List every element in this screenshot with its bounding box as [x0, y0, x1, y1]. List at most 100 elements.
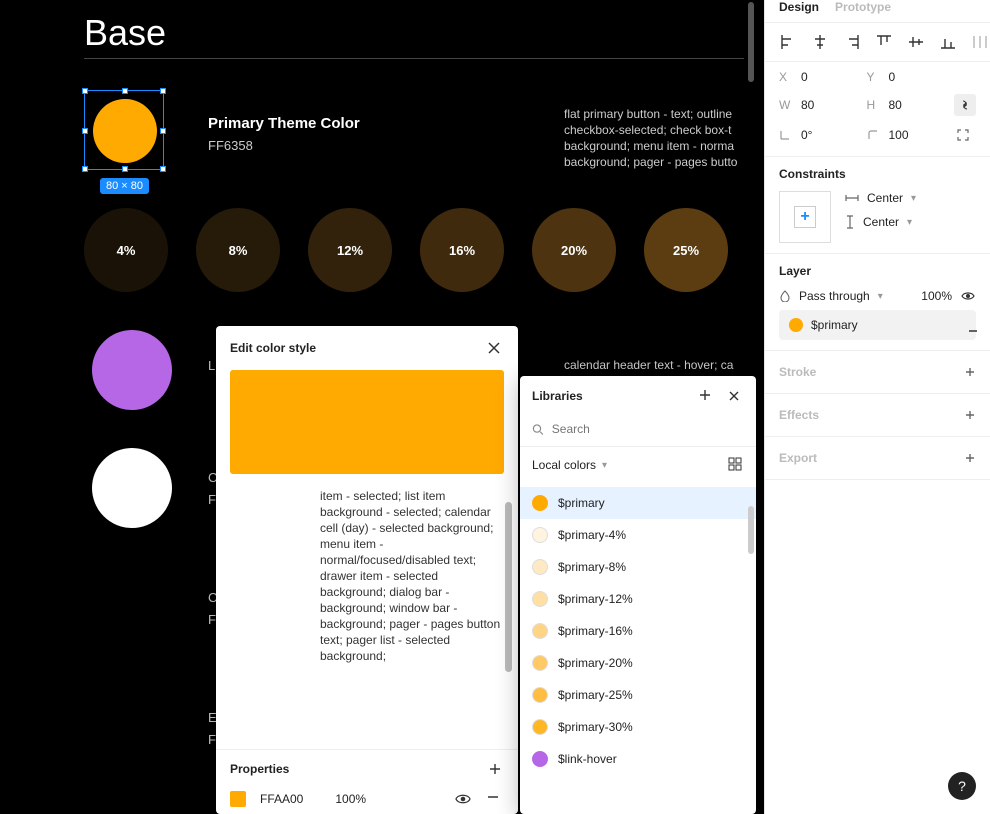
plus-icon [489, 763, 501, 775]
tint-swatch[interactable]: 16% [420, 208, 504, 292]
style-name: $primary-25% [558, 688, 633, 702]
horizontal-constraint-select[interactable]: Center▾ [845, 191, 916, 205]
tab-design[interactable]: Design [779, 0, 819, 14]
blend-mode-select[interactable]: Pass through▾ [779, 289, 883, 303]
fill-style-chip[interactable]: $primary [779, 310, 976, 340]
help-button[interactable]: ? [948, 772, 976, 800]
radius-icon [867, 129, 879, 141]
effects-section-header[interactable]: Effects [765, 394, 990, 437]
corner-radius-field[interactable]: 100 [867, 128, 949, 142]
resize-handle[interactable] [160, 166, 166, 172]
chevron-down-icon: ▾ [602, 460, 607, 471]
search-icon [532, 423, 544, 436]
color-preview-swatch[interactable] [230, 370, 504, 474]
color-style-list[interactable]: $primary$primary-4%$primary-8%$primary-1… [520, 483, 756, 814]
plus-icon[interactable] [964, 409, 976, 421]
tab-prototype[interactable]: Prototype [835, 0, 891, 14]
style-name: $primary-30% [558, 720, 633, 734]
libraries-popover[interactable]: Libraries Local colors ▾ $primar [520, 376, 756, 814]
angle-icon [779, 129, 791, 141]
detach-style-button[interactable] [964, 322, 982, 340]
constraints-section: Constraints + Center▾ Center▾ [765, 157, 990, 254]
distribute-button[interactable] [971, 33, 989, 51]
close-button[interactable] [724, 386, 744, 406]
align-hcenter-button[interactable] [811, 33, 829, 51]
white-circle[interactable] [92, 448, 172, 528]
edit-color-style-popover[interactable]: Edit color style item - selected; list i… [216, 326, 518, 814]
align-left-button[interactable] [779, 33, 797, 51]
eye-icon[interactable] [960, 288, 976, 304]
popover-title: Edit color style [230, 341, 316, 355]
properties-label: Properties [230, 762, 289, 776]
color-dot [532, 559, 548, 575]
color-style-item[interactable]: $primary-4% [520, 519, 756, 551]
stroke-section-header[interactable]: Stroke [765, 351, 990, 394]
tint-swatch[interactable]: 20% [532, 208, 616, 292]
resize-handle[interactable] [160, 88, 166, 94]
hex-value[interactable]: FFAA00 [260, 792, 303, 806]
color-style-item[interactable]: $primary-20% [520, 647, 756, 679]
link-icon [958, 98, 972, 112]
fill-style-name: $primary [811, 318, 858, 332]
color-style-item[interactable]: $primary-16% [520, 615, 756, 647]
search-input[interactable] [552, 422, 744, 436]
rotation-field[interactable]: 0° [779, 128, 861, 142]
resize-handle[interactable] [82, 88, 88, 94]
align-right-button[interactable] [843, 33, 861, 51]
align-bottom-button[interactable] [939, 33, 957, 51]
color-style-item[interactable]: $primary-8% [520, 551, 756, 583]
resize-handle[interactable] [122, 166, 128, 172]
popover-scrollbar[interactable] [505, 502, 512, 672]
color-dot [532, 719, 548, 735]
selected-layer-primary-circle[interactable] [84, 90, 164, 170]
libraries-search[interactable] [520, 416, 756, 447]
color-style-item[interactable]: $primary-30% [520, 711, 756, 743]
minus-icon [486, 790, 500, 804]
color-property-row[interactable]: FFAA00 100% [216, 784, 518, 814]
h-field[interactable]: H80 [867, 98, 949, 112]
link-hover-circle[interactable] [92, 330, 172, 410]
remove-property-button[interactable] [486, 790, 504, 808]
resize-handle[interactable] [122, 88, 128, 94]
tint-swatch[interactable]: 8% [196, 208, 280, 292]
tint-swatch[interactable]: 25% [644, 208, 728, 292]
grid-view-toggle[interactable] [728, 457, 744, 473]
inspector-panel: Design Prototype X0 Y0 W80 H80 0° [764, 0, 990, 814]
y-field[interactable]: Y0 [867, 70, 949, 84]
frame-scrollbar[interactable] [748, 2, 754, 82]
horizontal-icon [845, 193, 859, 203]
resize-handle[interactable] [82, 166, 88, 172]
resize-handle[interactable] [82, 128, 88, 134]
opacity-value[interactable]: 100% [335, 792, 366, 806]
color-chip[interactable] [230, 791, 246, 807]
x-field[interactable]: X0 [779, 70, 861, 84]
w-field[interactable]: W80 [779, 98, 861, 112]
color-style-item[interactable]: $primary-12% [520, 583, 756, 615]
align-top-button[interactable] [875, 33, 893, 51]
libraries-scrollbar[interactable] [748, 506, 754, 554]
add-library-button[interactable] [696, 386, 714, 404]
style-description[interactable]: item - selected; list item background - … [320, 488, 502, 680]
color-style-item[interactable]: $link-hover [520, 743, 756, 775]
color-dot [532, 655, 548, 671]
color-style-item[interactable]: $primary-25% [520, 679, 756, 711]
independent-corners-toggle[interactable] [954, 126, 972, 144]
color-style-item[interactable]: $primary [520, 487, 756, 519]
chevron-down-icon: ▾ [907, 217, 912, 228]
visibility-toggle[interactable] [454, 790, 472, 808]
export-section-header[interactable]: Export [765, 437, 990, 480]
close-button[interactable] [484, 338, 504, 358]
constraints-title: Constraints [779, 167, 976, 181]
add-property-button[interactable] [486, 760, 504, 778]
align-vcenter-button[interactable] [907, 33, 925, 51]
layer-opacity-field[interactable]: 100% [921, 289, 952, 303]
resize-handle[interactable] [160, 128, 166, 134]
color-group-dropdown[interactable]: Local colors ▾ [532, 458, 607, 472]
constraints-widget[interactable]: + [779, 191, 831, 243]
constrain-proportions-toggle[interactable] [954, 94, 976, 116]
vertical-constraint-select[interactable]: Center▾ [845, 215, 916, 229]
tint-swatch[interactable]: 12% [308, 208, 392, 292]
plus-icon[interactable] [964, 452, 976, 464]
plus-icon[interactable] [964, 366, 976, 378]
tint-swatch[interactable]: 4% [84, 208, 168, 292]
